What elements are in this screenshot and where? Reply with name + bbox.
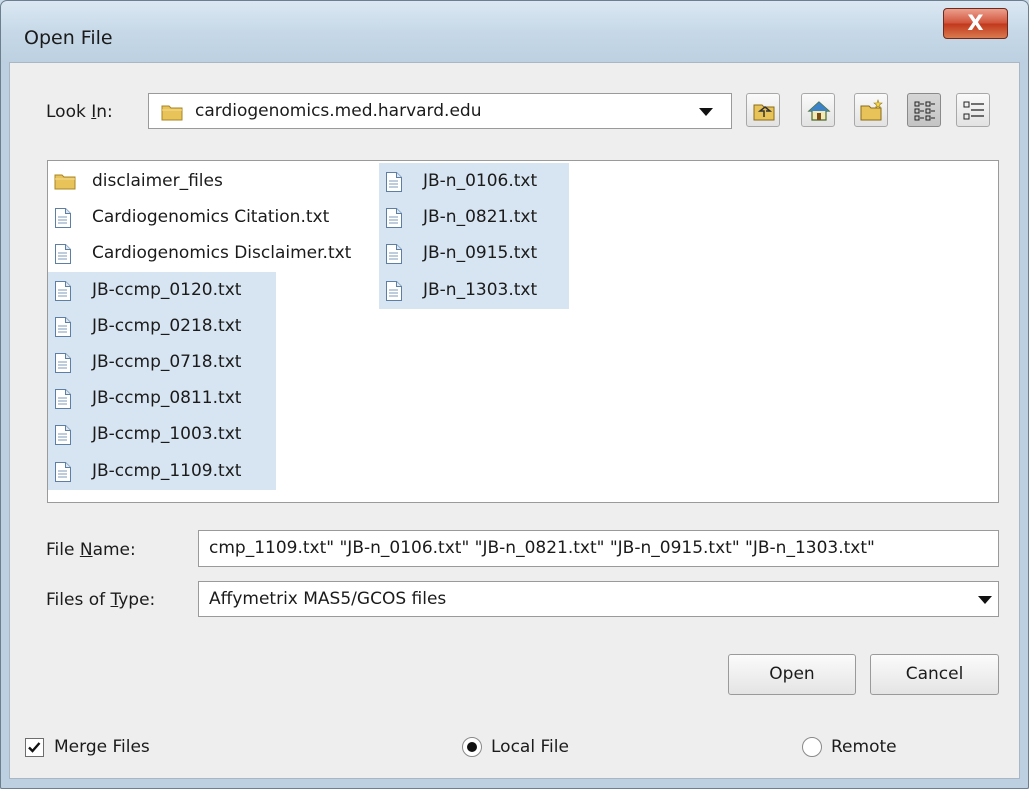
file-type-value: Affymetrix MAS5/GCOS files bbox=[209, 589, 447, 609]
checkmark-icon bbox=[28, 742, 41, 753]
file-list[interactable]: disclaimer_files Cardiogenomics Citation.… bbox=[47, 160, 999, 503]
file-item-label: JB-n_1303.txt bbox=[423, 279, 538, 300]
file-item[interactable]: JB-ccmp_1003.txt bbox=[48, 416, 276, 454]
radio-dot bbox=[467, 742, 477, 752]
text-file-icon bbox=[386, 244, 402, 265]
file-name-label: File Name: bbox=[46, 540, 136, 560]
text-file-icon bbox=[386, 172, 402, 192]
file-item[interactable]: JB-n_0915.txt bbox=[379, 235, 569, 273]
file-item[interactable]: Cardiogenomics Disclaimer.txt bbox=[48, 235, 351, 272]
folder-icon bbox=[54, 174, 76, 190]
new-folder-button[interactable] bbox=[854, 93, 888, 127]
text-file-icon bbox=[55, 244, 71, 265]
home-icon bbox=[807, 101, 831, 121]
folder-icon bbox=[161, 105, 183, 121]
file-item[interactable]: JB-ccmp_0218.txt bbox=[48, 307, 276, 345]
file-name-value: cmp_1109.txt" "JB-n_0106.txt" "JB-n_0821… bbox=[209, 538, 875, 558]
merge-files-checkbox[interactable] bbox=[25, 738, 44, 757]
file-item[interactable]: JB-n_0106.txt bbox=[379, 163, 569, 200]
text-file-icon bbox=[55, 208, 71, 229]
file-item[interactable]: JB-ccmp_0120.txt bbox=[48, 271, 276, 309]
list-view-button[interactable] bbox=[907, 93, 941, 127]
look-in-combo[interactable]: cardiogenomics.med.harvard.edu bbox=[148, 93, 732, 129]
close-button[interactable]: X bbox=[943, 8, 1008, 39]
file-item-label: JB-ccmp_1109.txt bbox=[92, 460, 242, 481]
text-file-icon bbox=[55, 316, 71, 337]
chevron-down-icon[interactable] bbox=[699, 108, 713, 116]
cancel-button[interactable]: Cancel bbox=[870, 654, 999, 695]
remote-label[interactable]: Remote bbox=[831, 737, 897, 757]
list-view-icon bbox=[914, 101, 935, 121]
file-item[interactable]: JB-ccmp_0811.txt bbox=[48, 380, 276, 418]
details-view-icon bbox=[963, 101, 984, 120]
local-file-radio[interactable] bbox=[462, 737, 482, 757]
file-type-label: Files of Type: bbox=[46, 590, 156, 610]
file-item[interactable]: JB-n_1303.txt bbox=[379, 271, 569, 309]
file-item[interactable]: JB-ccmp_0718.txt bbox=[48, 344, 276, 381]
new-folder-icon bbox=[860, 99, 883, 121]
text-file-icon bbox=[55, 389, 71, 410]
text-file-icon bbox=[55, 353, 71, 373]
window-title: Open File bbox=[24, 27, 113, 49]
file-item-label: Cardiogenomics Disclaimer.txt bbox=[92, 243, 352, 264]
text-file-icon bbox=[386, 280, 402, 301]
file-item-label: JB-ccmp_1003.txt bbox=[92, 424, 242, 445]
text-file-icon bbox=[55, 280, 71, 301]
folder-item[interactable]: disclaimer_files bbox=[48, 163, 223, 200]
file-type-combo[interactable]: Affymetrix MAS5/GCOS files bbox=[198, 581, 999, 617]
text-file-icon bbox=[55, 461, 71, 482]
file-item-label: JB-n_0915.txt bbox=[423, 243, 538, 264]
up-folder-icon bbox=[753, 104, 775, 121]
remote-radio[interactable] bbox=[802, 737, 822, 757]
text-file-icon bbox=[55, 425, 71, 446]
open-button[interactable]: Open bbox=[728, 654, 856, 695]
file-item[interactable]: Cardiogenomics Citation.txt bbox=[48, 199, 329, 236]
file-item-label: JB-n_0106.txt bbox=[423, 171, 538, 191]
up-folder-button[interactable] bbox=[746, 93, 780, 127]
look-in-value: cardiogenomics.med.harvard.edu bbox=[195, 101, 482, 121]
file-item-label: JB-ccmp_0811.txt bbox=[92, 388, 242, 409]
file-item[interactable]: JB-n_0821.txt bbox=[379, 199, 569, 237]
file-item-label: JB-ccmp_0218.txt bbox=[92, 315, 242, 336]
file-item[interactable]: JB-ccmp_1109.txt bbox=[48, 452, 276, 490]
home-button[interactable] bbox=[801, 93, 835, 127]
file-item-label: Cardiogenomics Citation.txt bbox=[92, 207, 330, 228]
file-item-label: JB-n_0821.txt bbox=[423, 207, 538, 228]
file-item-label: JB-ccmp_0120.txt bbox=[92, 279, 242, 300]
file-item-label: disclaimer_files bbox=[92, 171, 223, 191]
text-file-icon bbox=[386, 208, 402, 229]
file-name-input[interactable]: cmp_1109.txt" "JB-n_0106.txt" "JB-n_0821… bbox=[198, 530, 999, 567]
chevron-down-icon[interactable] bbox=[978, 596, 992, 604]
details-view-button[interactable] bbox=[956, 93, 990, 127]
local-file-label[interactable]: Local File bbox=[491, 737, 569, 757]
merge-files-label[interactable]: Merge Files bbox=[54, 737, 150, 757]
file-item-label: JB-ccmp_0718.txt bbox=[92, 352, 242, 372]
look-in-label: Look In: bbox=[46, 102, 113, 122]
